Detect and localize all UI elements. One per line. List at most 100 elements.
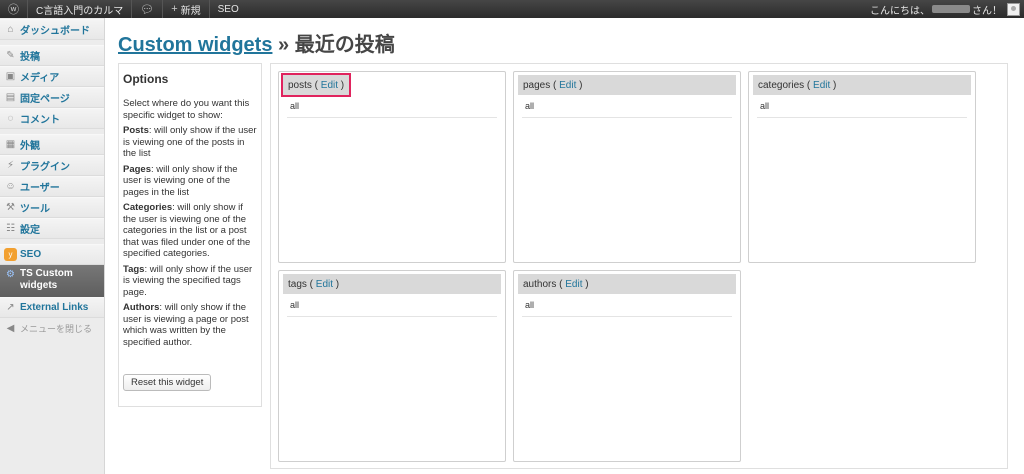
- sidebar-item-label: 固定ページ: [20, 94, 70, 105]
- panel-categories: categories ( Edit ) all: [748, 71, 976, 263]
- sidebar-item-label: TS Custom widgets: [20, 268, 73, 291]
- option-categories-desc: Categories: will only show if the user i…: [123, 202, 257, 260]
- sidebar-item-label: 設定: [20, 225, 40, 236]
- sidebar-item-label: 投稿: [20, 52, 40, 63]
- list-item: all: [522, 294, 732, 317]
- gear-icon: ⚙︎: [6, 268, 15, 280]
- sidebar-item-label: SEO: [20, 249, 42, 260]
- edit-link[interactable]: Edit: [813, 80, 830, 91]
- option-term: Tags: [123, 263, 145, 275]
- appearance-icon: ▦: [5, 139, 16, 150]
- tools-icon: ⚒︎: [6, 202, 15, 213]
- widget-rules-panels: posts ( Edit ) all pages ( Edit ) all ca…: [270, 63, 1008, 469]
- sidebar-item-posts[interactable]: ✎ 投稿: [0, 45, 104, 66]
- panel-pages: pages ( Edit ) all: [513, 71, 741, 263]
- reset-widget-button[interactable]: Reset this widget: [123, 374, 212, 391]
- new-content-label: 新規: [180, 5, 201, 17]
- sidebar-item-label: メディア: [20, 73, 60, 84]
- list-item: all: [757, 95, 967, 118]
- panel-title: categories: [758, 79, 805, 91]
- sidebar-item-label: コメント: [20, 115, 60, 126]
- panel-title: authors: [523, 278, 557, 290]
- option-posts-desc: Posts: will only show if the user is vie…: [123, 125, 257, 160]
- panel-header: tags ( Edit ): [283, 274, 501, 294]
- seo-menu-label: SEO: [217, 3, 239, 15]
- option-tags-desc: Tags: will only show if the user is view…: [123, 264, 257, 299]
- greeting-text: こんにちは、: [870, 5, 930, 17]
- sidebar-item-users[interactable]: ☺︎ ユーザー: [0, 176, 104, 197]
- sidebar-item-external-links[interactable]: ↗︎ External Links: [0, 297, 104, 318]
- option-term: Posts: [123, 125, 149, 136]
- collapse-menu-button[interactable]: ◀︎ メニューを閉じる: [0, 318, 104, 339]
- panel-title: pages: [523, 79, 551, 91]
- panel-header: pages ( Edit ): [518, 75, 736, 95]
- avatar: [1007, 2, 1020, 16]
- option-authors-desc: Authors: will only show if the user is v…: [123, 302, 257, 348]
- site-name-link[interactable]: C言語入門のカルマ: [28, 0, 133, 18]
- sidebar-item-plugins[interactable]: ⚡︎ プラグイン: [0, 155, 104, 176]
- sidebar-item-dashboard[interactable]: ⌂ ダッシュボード: [0, 19, 104, 40]
- admin-bar: ⓦ C言語入門のカルマ 💬︎ + 新規 SEO こんにちは、 さん！: [0, 0, 1024, 18]
- wordpress-logo-button[interactable]: ⓦ: [0, 0, 28, 18]
- comment-icon: ◌: [7, 113, 14, 124]
- sidebar-item-media[interactable]: ▣ メディア: [0, 66, 104, 87]
- option-term: Pages: [123, 163, 151, 175]
- sidebar-item-label: プラグイン: [20, 162, 70, 173]
- options-intro: Select where do you want this specific w…: [123, 98, 250, 121]
- custom-widgets-link[interactable]: Custom widgets: [118, 34, 272, 56]
- seo-menu-button[interactable]: SEO: [210, 0, 247, 18]
- sidebar-item-seo[interactable]: y SEO: [0, 244, 104, 265]
- option-pages-desc: Pages: will only show if the user is vie…: [123, 164, 257, 199]
- main-content: Custom widgets » 最近の投稿 Options Select wh…: [118, 18, 1018, 474]
- wordpress-logo-icon: ⓦ: [8, 4, 19, 16]
- edit-link[interactable]: Edit: [565, 279, 582, 290]
- list-item: all: [522, 95, 732, 118]
- plugin-icon: ⚡︎: [6, 160, 15, 171]
- option-term: Categories: [123, 202, 173, 213]
- settings-icon: ☷: [6, 223, 15, 234]
- users-icon: ☺︎: [5, 181, 16, 192]
- panel-authors: authors ( Edit ) all: [513, 270, 741, 462]
- list-item: all: [287, 95, 497, 118]
- list-item: all: [287, 294, 497, 317]
- options-box: Options Select where do you want this sp…: [118, 63, 262, 407]
- sidebar-item-label: ダッシュボード: [20, 26, 90, 37]
- edit-link[interactable]: Edit: [559, 80, 576, 91]
- pin-icon: ✎: [6, 50, 15, 61]
- sidebar-item-comments[interactable]: ◌ コメント: [0, 108, 104, 129]
- panel-title: tags: [288, 278, 307, 290]
- greeting-suffix: さん！: [972, 5, 1002, 17]
- options-heading: Options: [123, 72, 169, 86]
- media-icon: ▣: [5, 71, 16, 82]
- edit-link[interactable]: Edit: [321, 80, 338, 91]
- panel-header: categories ( Edit ): [753, 75, 971, 95]
- page-title-current: » 最近の投稿: [278, 34, 395, 56]
- edit-link[interactable]: Edit: [316, 279, 333, 290]
- new-content-button[interactable]: + 新規: [163, 0, 210, 18]
- comment-bubble-icon: 💬︎: [140, 3, 155, 16]
- comments-button[interactable]: 💬︎: [132, 0, 164, 18]
- sidebar-item-label: メニューを閉じる: [20, 324, 93, 334]
- sidebar-item-label: ツール: [20, 204, 50, 215]
- link-icon: ↗︎: [6, 302, 15, 313]
- sidebar-item-label: ユーザー: [20, 183, 60, 194]
- sidebar-item-label: External Links: [20, 302, 89, 313]
- sidebar-item-settings[interactable]: ☷ 設定: [0, 218, 104, 239]
- sidebar-item-pages[interactable]: ▤ 固定ページ: [0, 87, 104, 108]
- option-term: Authors: [123, 302, 160, 313]
- seo-icon: y: [4, 248, 17, 261]
- sidebar-item-ts-custom-widgets[interactable]: ⚙︎ TS Custom widgets: [0, 265, 104, 297]
- dashboard-icon: ⌂: [7, 24, 14, 35]
- panel-header: authors ( Edit ): [518, 274, 736, 294]
- account-menu[interactable]: こんにちは、 さん！: [870, 0, 1024, 18]
- sidebar-item-tools[interactable]: ⚒︎ ツール: [0, 197, 104, 218]
- sidebar-item-label: 外観: [20, 141, 40, 152]
- admin-sidebar: ⌂ ダッシュボード ✎ 投稿 ▣ メディア ▤ 固定ページ ◌ コメント ▦ 外…: [0, 18, 105, 474]
- username-redacted: [932, 5, 970, 13]
- page-icon: ▤: [5, 92, 16, 103]
- sidebar-item-appearance[interactable]: ▦ 外観: [0, 134, 104, 155]
- page-title: Custom widgets » 最近の投稿: [118, 28, 395, 57]
- panel-header: posts ( Edit ): [281, 73, 351, 97]
- site-name-label: C言語入門のカルマ: [36, 5, 124, 17]
- collapse-icon: ◀︎: [6, 323, 15, 334]
